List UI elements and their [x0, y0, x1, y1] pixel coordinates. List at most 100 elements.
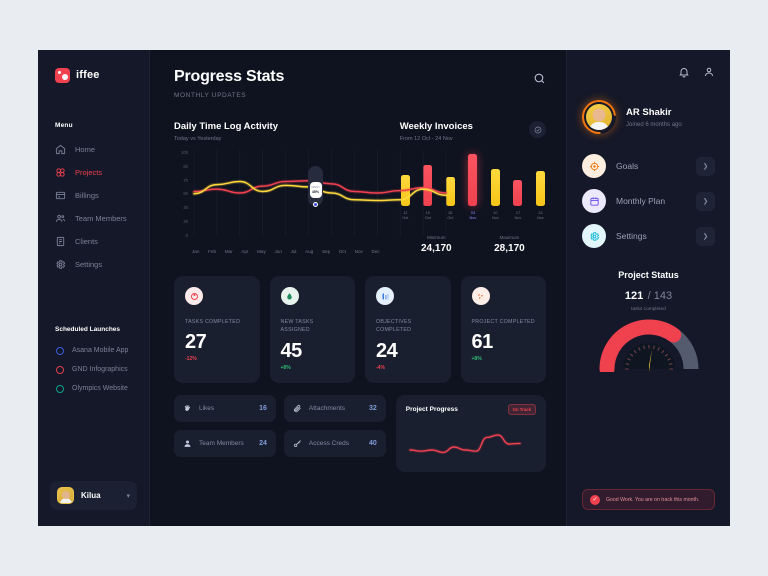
tasks-completed-count: 121 [624, 290, 644, 302]
sidebar-item-label: Team Members [75, 214, 127, 223]
sidebar-user-name: Kilua [81, 491, 101, 500]
chart-icon [376, 287, 394, 306]
stat-value: 27 [185, 331, 207, 354]
stat-card-project-completed[interactable]: PROJECT COMPLETED 61 +8% [460, 276, 546, 383]
sidebar-item-billings[interactable]: Billings [38, 184, 149, 207]
y-tick: 7h [183, 177, 188, 183]
tasks-total-count: / 143 [647, 290, 673, 302]
scheduled-item-olympics[interactable]: Olympics Website [38, 379, 149, 398]
dashboard-window: iffee Menu Home Projects Billings Team M… [38, 50, 730, 526]
bell-icon[interactable] [678, 66, 690, 78]
tooltip-value: 45% [311, 190, 320, 194]
right-item-label: Monthly Plan [616, 196, 666, 206]
stat-value: 24,170 [420, 243, 452, 255]
mini-cards: Likes 16 Attachments 32 Team Members 24 [174, 394, 386, 472]
page-subtitle: MONTHLY UPDATES [174, 92, 247, 99]
sidebar-item-settings[interactable]: Settings [38, 253, 149, 276]
x-tick: Dec [371, 249, 380, 254]
stat-label: TASKS COMPLETED [185, 319, 241, 326]
person-icon [184, 440, 191, 447]
bar-label: 17 Nov [514, 211, 522, 221]
mini-card-access-creds[interactable]: Access Creds 40 [283, 429, 386, 457]
charts-row: Daily Time Log Activity Today vs Yesterd… [174, 121, 546, 254]
gear-icon [582, 224, 606, 248]
profile-card[interactable]: AR Shakir Joined 6 months ago [575, 93, 715, 141]
project-progress-card[interactable]: Project Progress On Track [395, 394, 546, 472]
scheduled-item-asana[interactable]: Asana Mobile App [38, 341, 149, 360]
chevron-right-icon[interactable]: ❯ [696, 226, 715, 246]
y-tick: 6h [183, 191, 188, 197]
mini-card-attachments[interactable]: Attachments 32 [283, 394, 386, 422]
avatar [575, 93, 623, 141]
x-axis-ticks: Jan Feb Mar Apr May Jun Jul Aug Sep Oct Nov Dec [190, 249, 382, 254]
y-tick: 10h [181, 150, 188, 155]
mini-card-team-members[interactable]: Team Members 24 [174, 429, 276, 457]
x-tick: Apr [241, 249, 249, 254]
calendar-icon [582, 189, 606, 213]
chart-subtitle: Today vs Yesterday [174, 136, 222, 142]
main-header: Progress Stats MONTHLY UPDATES [174, 68, 546, 99]
stat-delta: +8% [280, 364, 291, 371]
tooltip-label: SPENT [311, 186, 320, 189]
left-sidebar: iffee Menu Home Projects Billings Team M… [38, 50, 150, 526]
scheduled-item-label: Asana Mobile App [72, 347, 129, 354]
chevron-down-icon[interactable]: ▾ [126, 492, 130, 500]
message-icon[interactable] [529, 121, 546, 138]
y-axis-ticks: 10h 8h 7h 6h 4h 2h 0 [174, 150, 188, 238]
bar-label: 24 Nov [537, 211, 544, 221]
bar-label: 10 Nov [492, 211, 499, 221]
stat-delta: -4% [376, 364, 385, 371]
logo[interactable]: iffee [38, 64, 149, 86]
line-chart-plot: 10h 8h 7h 6h 4h 2h 0 SPENT 45% Jan Feb M… [174, 150, 448, 254]
bar-column[interactable] [535, 170, 546, 206]
tooltip-point [313, 202, 318, 207]
stat-cards-row: TASKS COMPLETED 27 -12% NEW TASKS ASSIGN… [174, 276, 546, 383]
sidebar-item-home[interactable]: Home [38, 138, 149, 161]
bar-column[interactable] [467, 154, 478, 206]
stat-card-tasks-completed[interactable]: TASKS COMPLETED 27 -12% [174, 276, 260, 383]
right-item-goals[interactable]: Goals ❯ [582, 154, 715, 178]
chevron-right-icon[interactable]: ❯ [696, 191, 715, 211]
target-icon [582, 154, 606, 178]
sidebar-item-projects[interactable]: Projects [38, 161, 149, 184]
y-tick: 0 [185, 232, 188, 238]
sidebar-item-clients[interactable]: Clients [38, 230, 149, 253]
search-icon[interactable] [533, 72, 546, 85]
mini-card-label: Likes [199, 404, 215, 412]
mini-cards-row-2: Team Members 24 Access Creds 40 [174, 429, 386, 457]
right-item-settings[interactable]: Settings ❯ [582, 224, 715, 248]
status-badge: On Track [507, 403, 536, 415]
drop-icon [280, 287, 299, 306]
x-tick: Jun [274, 249, 282, 254]
stat-delta: -12% [185, 356, 197, 363]
sidebar-item-team-members[interactable]: Team Members [38, 207, 149, 230]
account-icon[interactable] [703, 66, 715, 78]
status-ring-icon [56, 346, 64, 355]
bar-column[interactable] [490, 168, 501, 206]
sidebar-user-chip[interactable]: Kilua ▾ [50, 481, 137, 510]
chevron-right-icon[interactable]: ❯ [696, 156, 715, 176]
x-tick: Feb [208, 249, 217, 254]
mini-card-likes[interactable]: Likes 16 [174, 394, 276, 422]
y-tick: 2h [183, 219, 188, 225]
page-title: Progress Stats [174, 68, 285, 85]
mini-card-label: Team Members [199, 439, 244, 447]
bar [513, 180, 523, 206]
bar-label: 03 Nov [469, 211, 477, 221]
sidebar-item-label: Billings [75, 191, 99, 200]
project-progress-title: Project Progress [405, 405, 458, 413]
home-icon [55, 144, 66, 155]
daily-time-log-chart: Daily Time Log Activity Today vs Yesterd… [174, 121, 448, 254]
mini-card-label: Access Creds [308, 439, 349, 447]
x-tick: Sep [321, 249, 331, 254]
x-tick: Aug [305, 249, 314, 254]
stat-card-objectives-completed[interactable]: OBJECTIVES COMPLETED 24 -4% [365, 276, 451, 383]
sidebar-item-label: Clients [75, 237, 98, 246]
stat-card-new-tasks-assigned[interactable]: NEW TASKS ASSIGNED 45 +8% [269, 276, 355, 383]
right-panel-menu: Goals ❯ Monthly Plan ❯ Settings ❯ [582, 154, 715, 248]
right-panel-toolbar [582, 66, 715, 78]
right-item-monthly-plan[interactable]: Monthly Plan ❯ [582, 189, 715, 213]
mini-card-value: 40 [368, 439, 377, 447]
bar-column[interactable] [512, 180, 523, 206]
scheduled-item-gnd[interactable]: GND Infographics [38, 360, 149, 379]
